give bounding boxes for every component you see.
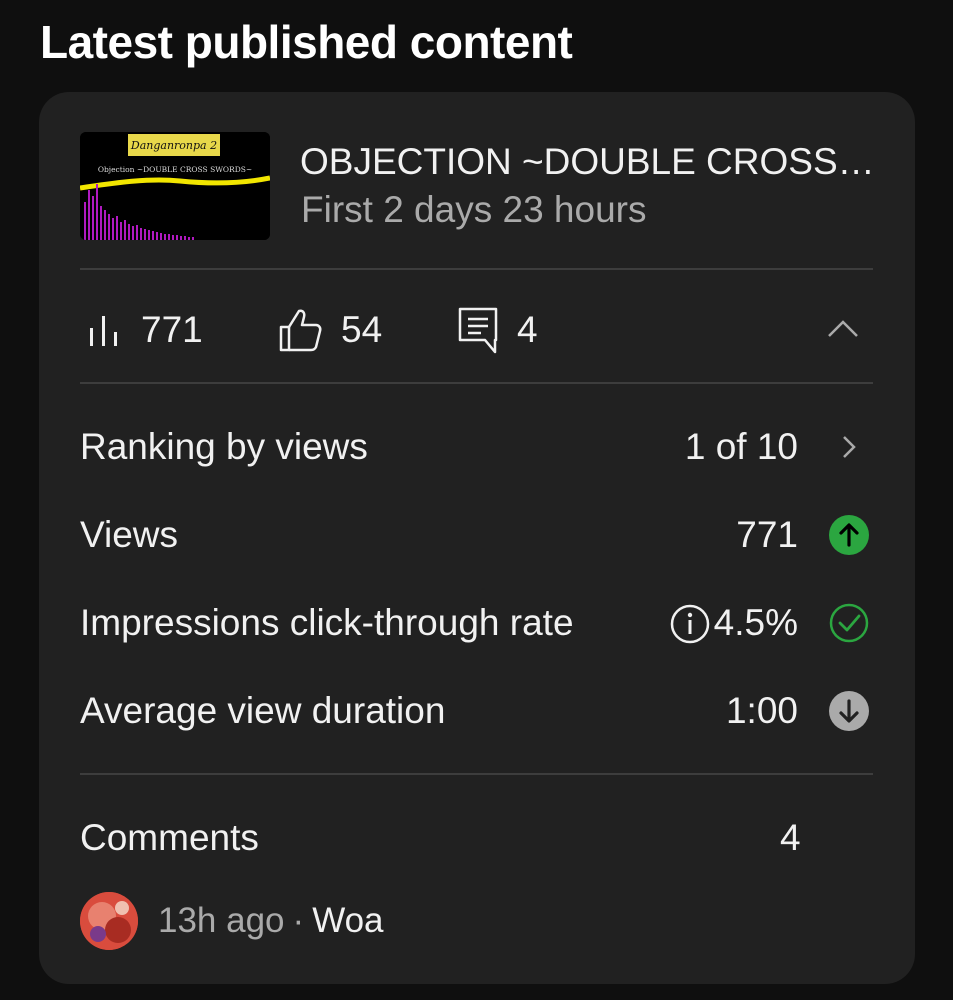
arrow-down-circle-icon (829, 691, 869, 731)
chevron-up-icon[interactable] (825, 314, 861, 342)
comment-time: 13h ago (158, 901, 285, 940)
check-circle-icon (829, 603, 869, 643)
info-icon[interactable] (670, 604, 710, 644)
metric-row-ctr: Impressions click-through rate 4.5% (80, 593, 873, 653)
divider (80, 382, 873, 384)
video-thumbnail[interactable]: Danganronpa 2 Objection ~DOUBLE CROSS SW… (80, 132, 270, 240)
section-title: Latest published content (40, 16, 573, 68)
comments-stat-count: 4 (517, 309, 538, 350)
likes-stat: 54 (277, 302, 382, 358)
video-period: First 2 days 23 hours (301, 189, 647, 230)
metric-row-ranking[interactable]: Ranking by views 1 of 10 (80, 417, 873, 477)
comment-text: Woa (312, 901, 384, 940)
thumbnail-art: Danganronpa 2 Objection ~DOUBLE CROSS SW… (80, 132, 270, 240)
metric-label: Ranking by views (80, 426, 368, 467)
thumbnail-caption: Objection ~DOUBLE CROSS SWORDS~ (98, 165, 252, 174)
arrow-up-circle-icon (829, 515, 869, 555)
metric-value: 1:00 (725, 690, 798, 731)
latest-comment[interactable]: 13h ago · Woa (158, 892, 384, 950)
metric-value: 4.5% (713, 602, 798, 643)
comments-count: 4 (780, 817, 801, 858)
video-title[interactable]: OBJECTION ~DOUBLE CROSS SWORDS~ (300, 140, 880, 184)
thumbnail-logo: Danganronpa 2 (130, 139, 217, 152)
latest-content-card[interactable]: Danganronpa 2 Objection ~DOUBLE CROSS SW… (39, 92, 915, 984)
metric-label: Views (80, 514, 179, 555)
comment-icon (458, 307, 498, 354)
divider (80, 268, 873, 270)
metric-value: 1 of 10 (684, 426, 798, 467)
likes-count: 54 (341, 309, 383, 350)
avatar-image (80, 892, 138, 950)
metric-row-views: Views 771 (80, 505, 873, 565)
thumbs-up-icon (279, 309, 322, 352)
avatar[interactable] (80, 892, 138, 950)
metric-label: Average view duration (80, 690, 446, 731)
chevron-right-icon[interactable] (829, 427, 869, 467)
bar-chart-icon (90, 316, 117, 346)
views-count: 771 (141, 309, 203, 350)
metric-value: 771 (736, 514, 798, 555)
comments-stat: 4 (457, 302, 538, 358)
comments-heading[interactable]: Comments (80, 808, 259, 868)
comment-separator: · (292, 901, 305, 940)
divider (80, 773, 873, 775)
metric-label: Impressions click-through rate (80, 602, 574, 643)
metric-row-avg-duration: Average view duration 1:00 (80, 681, 873, 741)
views-stat: 771 (87, 302, 203, 358)
